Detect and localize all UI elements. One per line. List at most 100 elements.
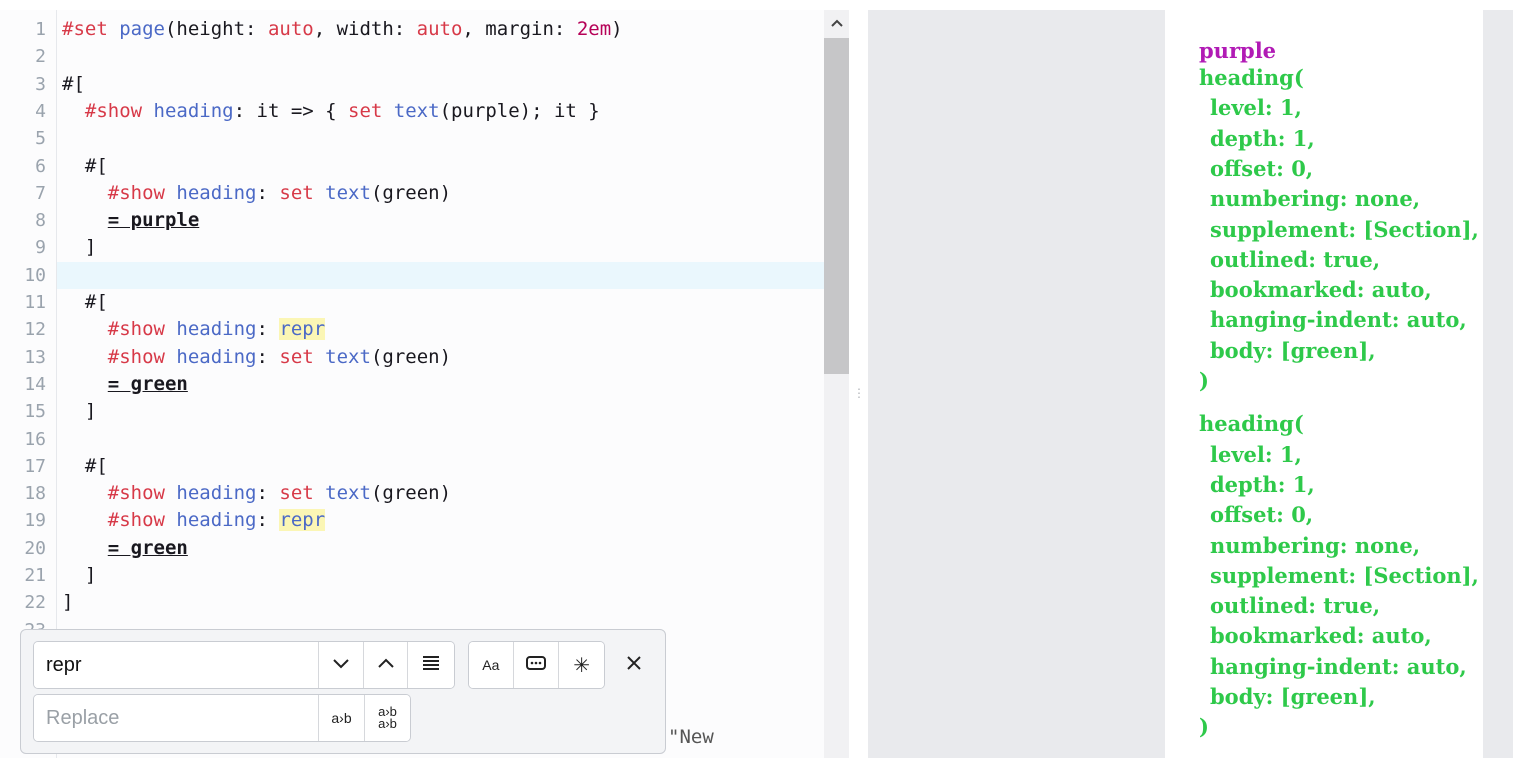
code-token: : bbox=[256, 509, 280, 532]
close-icon bbox=[626, 655, 642, 676]
code-token: #show bbox=[107, 482, 165, 505]
editor-scrollbar[interactable] bbox=[824, 10, 849, 758]
search-input[interactable] bbox=[34, 642, 318, 688]
active-line-highlight bbox=[0, 261, 824, 289]
line-number: 1 bbox=[35, 19, 46, 40]
replace-all-label-bottom: a›b bbox=[378, 716, 397, 731]
code-token: auto bbox=[416, 18, 463, 40]
line-number: 12 bbox=[24, 319, 46, 341]
preview-text-line: hanging-indent: auto, bbox=[1210, 307, 1467, 333]
code-line: = purple bbox=[62, 207, 200, 234]
line-number: 14 bbox=[24, 373, 46, 395]
preview-text-line: supplement: [Section], bbox=[1210, 562, 1479, 588]
preview-text-line: level: 1, bbox=[1210, 95, 1302, 121]
match-case-label: Aa bbox=[482, 657, 500, 673]
code-line: #show heading: repr bbox=[62, 316, 326, 343]
scrollbar-thumb[interactable] bbox=[824, 38, 849, 374]
regex-button[interactable]: ✳ bbox=[558, 642, 604, 688]
code-token: = purple bbox=[107, 209, 200, 232]
asterisk-icon: ✳ bbox=[573, 654, 591, 677]
code-token: repr bbox=[279, 318, 326, 341]
code-token: heading bbox=[176, 482, 257, 505]
line-number: 16 bbox=[24, 428, 46, 450]
preview-text-line: numbering: none, bbox=[1210, 186, 1421, 212]
code-token: #[ bbox=[62, 291, 108, 313]
preview-page: purple heading( level: 1, depth: 1, offset: … bbox=[1165, 10, 1483, 758]
code-token: page bbox=[119, 18, 165, 40]
code-token: , margin: bbox=[462, 18, 577, 40]
code-line: = green bbox=[62, 371, 188, 398]
line-number: 18 bbox=[24, 483, 46, 505]
code-token: text bbox=[393, 99, 440, 122]
line-number: 21 bbox=[24, 565, 46, 586]
preview-text-line: offset: 0, bbox=[1210, 155, 1314, 181]
code-line: #show heading: set text(green) bbox=[62, 344, 451, 371]
preview-text-line: purple bbox=[1199, 38, 1277, 63]
preview-text-line: level: 1, bbox=[1210, 441, 1302, 467]
previous-match-button[interactable] bbox=[362, 642, 408, 688]
replace-button[interactable]: a›b bbox=[318, 695, 364, 741]
code-token: set bbox=[279, 482, 314, 505]
match-case-button[interactable]: Aa bbox=[469, 642, 513, 688]
whole-word-button[interactable] bbox=[512, 642, 559, 688]
preview-text-line: heading( bbox=[1199, 411, 1304, 437]
code-line: #set page(height: auto, width: auto, mar… bbox=[62, 16, 623, 43]
code-token: set bbox=[279, 345, 314, 368]
line-number: 8 bbox=[35, 210, 46, 232]
line-number: 15 bbox=[24, 401, 46, 423]
preview-text-line: body: [green], bbox=[1210, 337, 1376, 363]
code-token: #[ bbox=[62, 72, 85, 95]
pane-divider[interactable] bbox=[849, 10, 868, 758]
code-line: #show heading: it => { set text(purple);… bbox=[62, 98, 600, 125]
code-line: #show heading: repr bbox=[62, 507, 326, 534]
find-group bbox=[33, 641, 455, 689]
code-token: ] bbox=[62, 236, 97, 259]
code-token: heading bbox=[153, 99, 234, 122]
line-number: 20 bbox=[24, 537, 46, 559]
scroll-up-icon[interactable] bbox=[824, 10, 849, 36]
preview-text-line: ) bbox=[1199, 368, 1209, 393]
code-token: text bbox=[325, 482, 371, 505]
line-number: 13 bbox=[24, 346, 46, 368]
line-number: 7 bbox=[35, 182, 46, 204]
next-match-button[interactable] bbox=[318, 642, 363, 688]
code-line: ] bbox=[62, 589, 73, 616]
line-number: 11 bbox=[24, 292, 46, 313]
line-number: 4 bbox=[35, 100, 46, 122]
code-token: #set bbox=[62, 18, 108, 40]
line-number: 3 bbox=[35, 73, 46, 95]
code-token: : bbox=[256, 181, 280, 204]
preview-text-line: depth: 1, bbox=[1210, 125, 1315, 151]
code-token: ] bbox=[62, 400, 97, 423]
code-token: #[ bbox=[62, 154, 108, 177]
code-token: #show bbox=[107, 318, 165, 341]
replace-one-label: a›b bbox=[331, 710, 352, 726]
code-token: text bbox=[325, 345, 371, 368]
line-number: 9 bbox=[35, 237, 46, 259]
code-token: heading bbox=[176, 345, 257, 368]
replace-all-button[interactable]: a›b a›b bbox=[364, 695, 410, 741]
code-token: : bbox=[256, 318, 280, 341]
select-all-matches-button[interactable] bbox=[407, 642, 454, 688]
code-line: = green bbox=[62, 535, 188, 562]
code-token: (green) bbox=[370, 181, 452, 204]
close-find-button[interactable] bbox=[619, 641, 649, 689]
code-line: #[ bbox=[62, 453, 108, 480]
code-line: #[ bbox=[62, 153, 108, 180]
code-token: (height: bbox=[164, 18, 268, 40]
find-replace-panel: Aa ✳ a›b a›b a›b bbox=[20, 629, 666, 754]
replace-input[interactable] bbox=[34, 695, 318, 741]
